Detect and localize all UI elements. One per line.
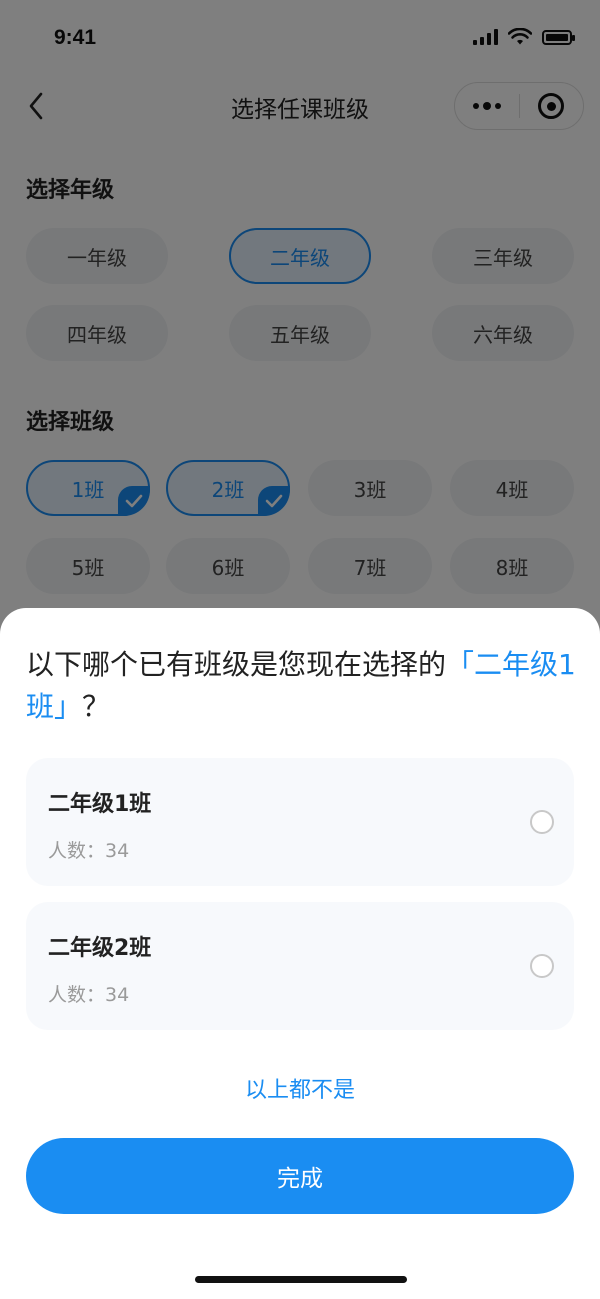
done-button[interactable]: 完成	[26, 1138, 574, 1214]
confirm-class-sheet: 以下哪个已有班级是您现在选择的「二年级1班」？ 二年级1班 人数：34 二年级2…	[0, 608, 600, 1299]
question-text: 以下哪个已有班级是您现在选择的	[26, 648, 447, 681]
home-indicator	[195, 1276, 407, 1283]
radio-button[interactable]	[530, 810, 554, 834]
none-of-above-link[interactable]: 以上都不是	[0, 1072, 600, 1104]
option-class-name: 二年级2班	[48, 936, 152, 961]
class-option[interactable]: 二年级1班 人数：34	[26, 758, 574, 886]
sheet-question: 以下哪个已有班级是您现在选择的「二年级1班」？	[26, 644, 578, 728]
question-mark: ？	[82, 690, 111, 723]
radio-button[interactable]	[530, 954, 554, 978]
class-option[interactable]: 二年级2班 人数：34	[26, 902, 574, 1030]
option-class-name: 二年级1班	[48, 792, 152, 817]
option-student-count: 人数：34	[48, 984, 130, 1006]
option-student-count: 人数：34	[48, 840, 130, 862]
